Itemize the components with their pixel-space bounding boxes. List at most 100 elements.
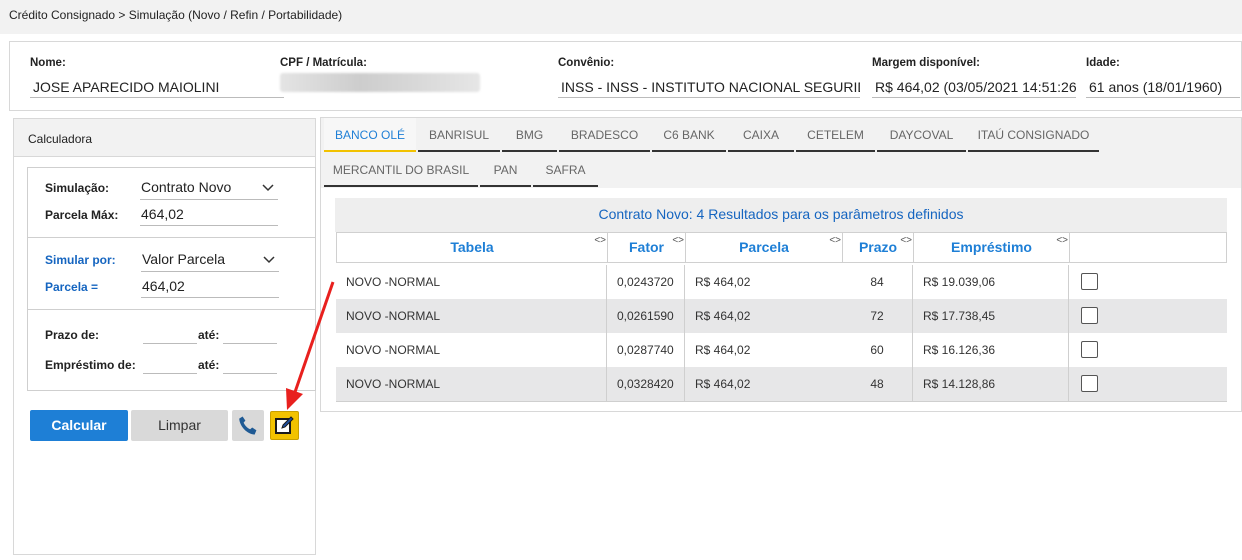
prazo-ate-input[interactable] [223,326,277,344]
convenio-label: Convênio: [558,57,615,69]
row-checkbox[interactable] [1081,307,1098,324]
sort-icon[interactable]: <> [829,235,841,247]
cell-fator: 0,0261590 [607,299,685,333]
tab-banco-ole[interactable]: BANCO OLÉ [324,118,416,152]
tab-itau-consignado[interactable]: ITAÚ CONSIGNADO [968,118,1099,152]
nome-value[interactable]: JOSE APARECIDO MAIOLINI [30,75,284,98]
calculator-title: Calculadora [14,119,315,157]
divider [28,309,315,310]
tab-cetelem[interactable]: CETELEM [796,118,875,152]
simulacao-underline [140,199,278,200]
phone-icon [239,416,257,435]
row-checkbox[interactable] [1081,273,1098,290]
parcela-max-label: Parcela Máx: [45,208,119,222]
simular-por-select[interactable]: Valor Parcela [141,251,279,271]
margem-value[interactable]: R$ 464,02 (03/05/2021 14:51:26 [872,75,1076,98]
cell-tabela: NOVO -NORMAL [336,299,607,333]
col-tabela-label: Tabela [450,239,494,255]
prazo-de-input[interactable] [143,326,197,344]
tab-safra[interactable]: SAFRA [533,153,598,187]
phone-button[interactable] [232,410,264,441]
idade-value[interactable]: 61 anos (18/01/1960) [1086,75,1240,98]
edit-icon [275,416,294,434]
emprestimo-ate-label: até: [198,358,220,372]
tab-mercantil-do-brasil[interactable]: MERCANTIL DO BRASIL [324,153,478,187]
col-fator-header[interactable]: Fator <> [608,233,686,262]
cell-emprestimo: R$ 19.039,06 [913,265,1069,299]
cpf-field: CPF / Matrícula: [280,57,530,92]
tab-c6-bank[interactable]: C6 BANK [652,118,726,152]
calcular-button[interactable]: Calcular [30,410,128,441]
simulacao-value: Contrato Novo [141,179,232,195]
cell-prazo: 84 [842,265,913,299]
client-info-panel: Nome: JOSE APARECIDO MAIOLINI CPF / Matr… [9,41,1242,111]
idade-field: Idade: 61 anos (18/01/1960) [1086,57,1240,98]
parcela-max-input[interactable]: 464,02 [140,206,278,226]
col-parcela-header[interactable]: Parcela <> [686,233,843,262]
results-table-header: Tabela <> Fator <> Parcela <> Prazo <> E… [336,232,1227,263]
simulacao-select[interactable]: Contrato Novo [140,179,278,199]
emprestimo-de-input[interactable] [143,356,197,374]
emprestimo-ate-input[interactable] [223,356,277,374]
col-prazo-label: Prazo [858,239,898,255]
results-panel: BANCO OLÉ BANRISUL BMG BRADESCO C6 BANK … [320,117,1242,412]
edit-button[interactable] [270,411,299,440]
cell-tabela: NOVO -NORMAL [336,333,607,367]
sort-icon[interactable]: <> [672,235,684,247]
emprestimo-de-label: Empréstimo de: [45,358,136,372]
col-select-header [1070,233,1226,262]
limpar-button[interactable]: Limpar [131,410,228,441]
margem-field: Margem disponível: R$ 464,02 (03/05/2021… [872,57,1076,98]
row-checkbox[interactable] [1081,375,1098,392]
cpf-label: CPF / Matrícula: [280,57,367,69]
parcela-eq-input[interactable]: 464,02 [141,278,279,298]
simular-por-label: Simular por: [45,253,116,267]
col-tabela-header[interactable]: Tabela <> [337,233,608,262]
prazo-ate-label: até: [198,328,220,342]
prazo-de-label: Prazo de: [45,328,100,342]
sort-icon[interactable]: <> [594,235,606,247]
col-prazo-header[interactable]: Prazo <> [843,233,914,262]
row-divider [336,401,1227,402]
breadcrumb: Crédito Consignado > Simulação (Novo / R… [0,0,1242,34]
table-row[interactable]: NOVO -NORMAL 0,0261590 R$ 464,02 72 R$ 1… [336,299,1227,333]
tab-bradesco[interactable]: BRADESCO [559,118,650,152]
divider [28,237,315,238]
sort-icon[interactable]: <> [900,235,912,247]
row-checkbox[interactable] [1081,341,1098,358]
tab-pan[interactable]: PAN [480,153,531,187]
tab-banrisul[interactable]: BANRISUL [418,118,500,152]
tab-bmg[interactable]: BMG [502,118,557,152]
cell-prazo: 72 [842,299,913,333]
cell-tabela: NOVO -NORMAL [336,367,607,401]
cell-emprestimo: R$ 17.738,45 [913,299,1069,333]
parcela-eq-label: Parcela = [45,280,99,294]
nome-field: Nome: JOSE APARECIDO MAIOLINI [30,57,284,98]
cell-prazo: 48 [842,367,913,401]
convenio-field: Convênio: INSS - INSS - INSTITUTO NACION… [558,57,860,98]
col-emprestimo-header[interactable]: Empréstimo <> [914,233,1070,262]
cell-emprestimo: R$ 16.126,36 [913,333,1069,367]
nome-label: Nome: [30,57,66,69]
table-row[interactable]: NOVO -NORMAL 0,0328420 R$ 464,02 48 R$ 1… [336,367,1227,401]
simulacao-label: Simulação: [45,181,110,195]
table-row[interactable]: NOVO -NORMAL 0,0243720 R$ 464,02 84 R$ 1… [336,265,1227,299]
margem-label: Margem disponível: [872,57,980,69]
cell-fator: 0,0328420 [607,367,685,401]
tab-caixa[interactable]: CAIXA [728,118,794,152]
chevron-down-icon [263,256,275,264]
sort-icon[interactable]: <> [1056,235,1068,247]
calculator-panel: Calculadora Simulação: Contrato Novo Par… [13,118,316,555]
cell-prazo: 60 [842,333,913,367]
table-row[interactable]: NOVO -NORMAL 0,0287740 R$ 464,02 60 R$ 1… [336,333,1227,367]
col-parcela-label: Parcela [739,239,789,255]
col-emprestimo-label: Empréstimo [951,239,1032,255]
idade-label: Idade: [1086,57,1120,69]
cell-fator: 0,0287740 [607,333,685,367]
tab-daycoval[interactable]: DAYCOVAL [877,118,966,152]
col-fator-label: Fator [629,239,664,255]
cell-fator: 0,0243720 [607,265,685,299]
convenio-value[interactable]: INSS - INSS - INSTITUTO NACIONAL SEGURID… [558,75,860,98]
cell-tabela: NOVO -NORMAL [336,265,607,299]
calculator-form: Simulação: Contrato Novo Parcela Máx: 46… [27,167,316,391]
